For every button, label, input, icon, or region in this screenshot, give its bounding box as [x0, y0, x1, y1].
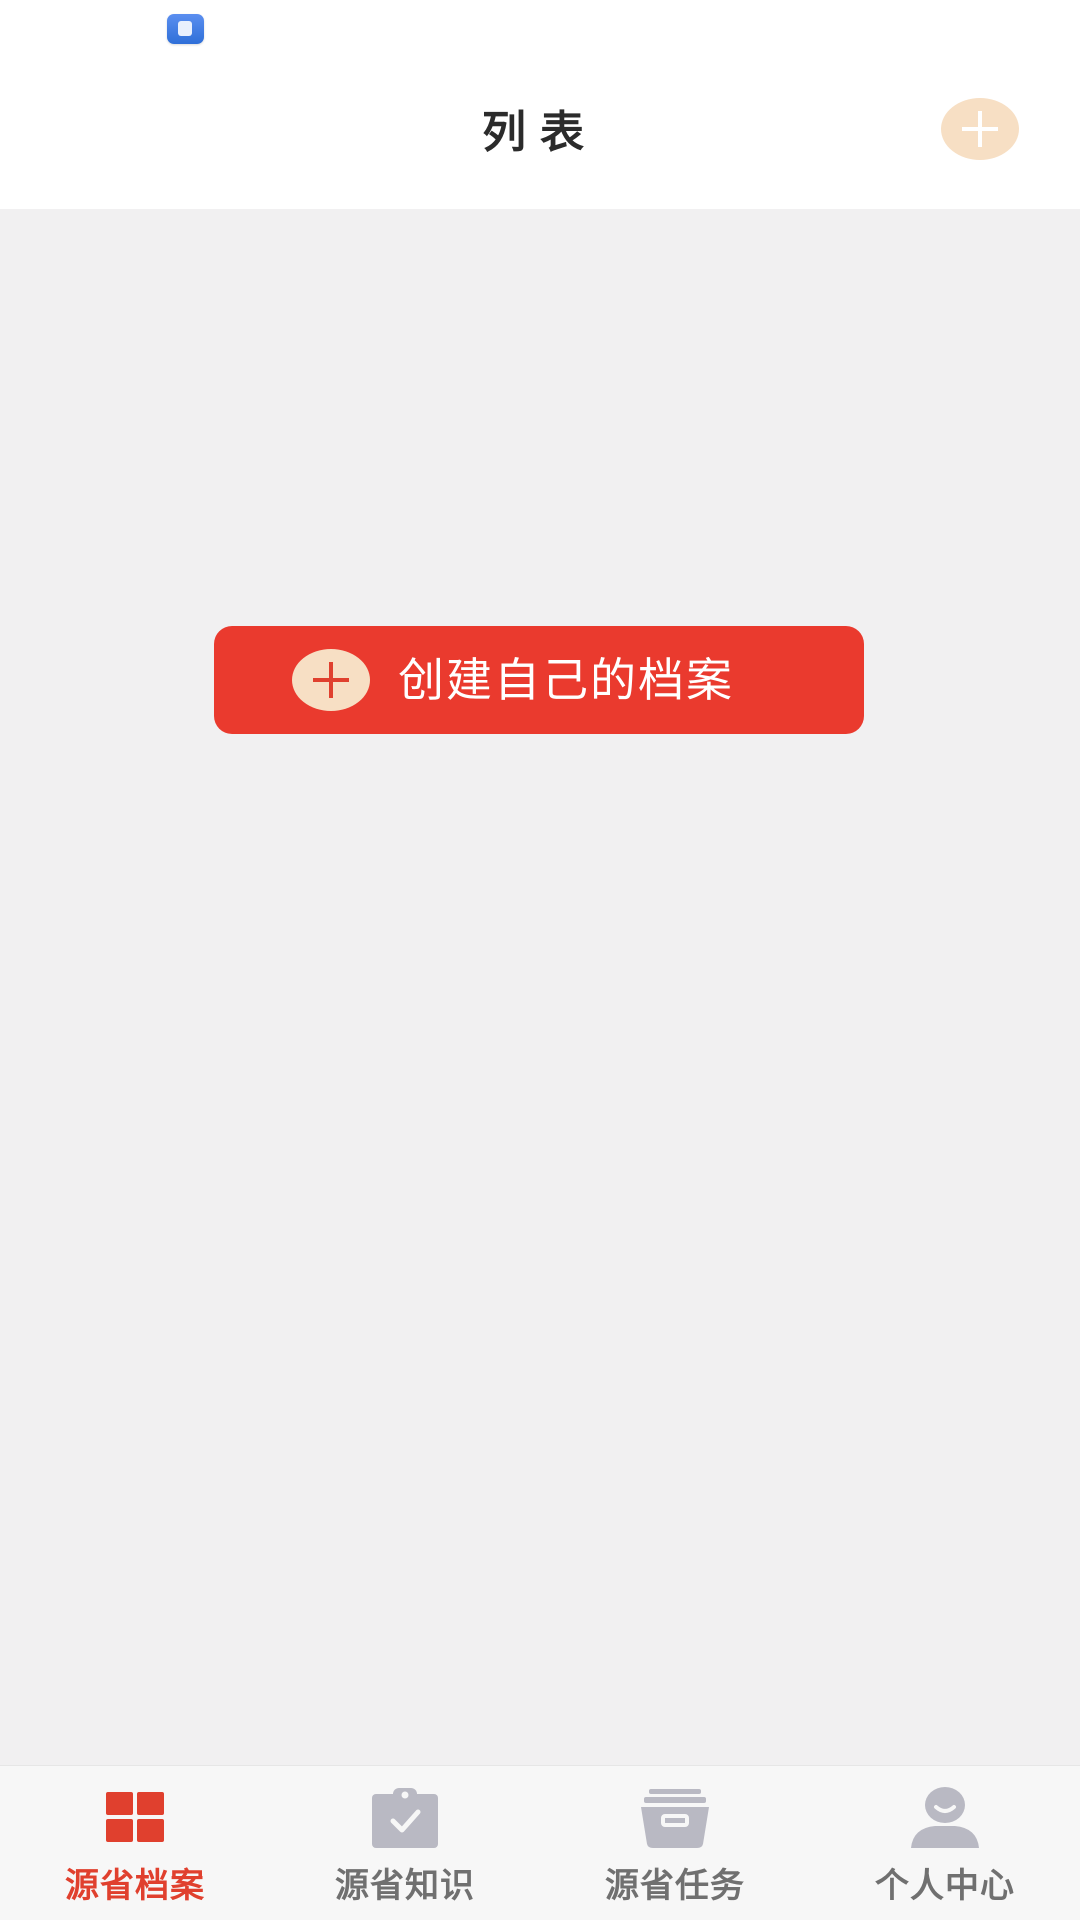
status-bar — [0, 0, 1080, 56]
tab-label: 个人中心 — [875, 1866, 1015, 1906]
user-icon — [911, 1787, 979, 1848]
create-icon-badge — [292, 649, 370, 711]
plus-icon — [313, 662, 349, 698]
tab-knowledge[interactable]: 源省知识 — [270, 1766, 540, 1920]
tab-label: 源省档案 — [65, 1866, 205, 1906]
header-add-button[interactable] — [941, 98, 1019, 160]
tab-tasks[interactable]: 源省任务 — [540, 1766, 810, 1920]
create-archive-label: 创建自己的档案 — [398, 653, 734, 707]
archive-box-icon — [641, 1789, 709, 1848]
create-archive-button[interactable]: 创建自己的档案 — [214, 626, 864, 734]
header: 列表 — [0, 56, 1080, 209]
tab-profile[interactable]: 个人中心 — [810, 1766, 1080, 1920]
plus-icon — [962, 111, 998, 147]
grid-icon — [106, 1792, 164, 1842]
tab-archives[interactable]: 源省档案 — [0, 1766, 270, 1920]
clipboard-check-icon — [372, 1788, 438, 1848]
app-screen: 列表 创建自己的档案 源省档案 源省知识 源省任务 个人中心 — [0, 0, 1080, 1920]
tab-label: 源省任务 — [605, 1866, 745, 1906]
tab-label: 源省知识 — [335, 1866, 475, 1906]
page-title: 列表 — [482, 107, 598, 158]
bottom-tab-bar: 源省档案 源省知识 源省任务 个人中心 — [0, 1765, 1080, 1920]
main-content: 创建自己的档案 — [0, 209, 1080, 1765]
app-notification-icon — [167, 14, 204, 44]
